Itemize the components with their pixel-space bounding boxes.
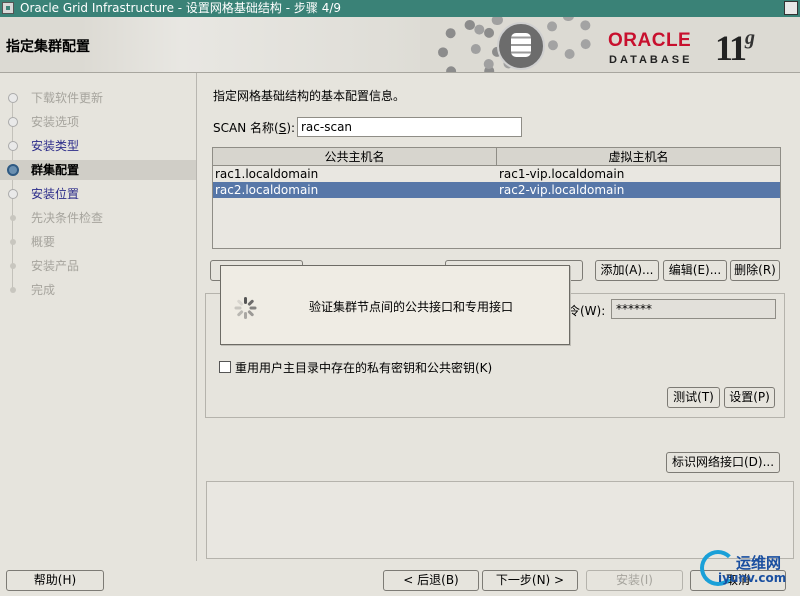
step-install-type[interactable]: 安装类型 xyxy=(0,136,196,156)
table-row[interactable]: rac2.localdomain rac2-vip.localdomain xyxy=(213,182,780,198)
column-header-virtual-host[interactable]: 虚拟主机名 xyxy=(497,148,780,166)
step-install-product: 安装产品 xyxy=(0,256,196,276)
cell-virtual-host: rac2-vip.localdomain xyxy=(499,183,625,197)
step-pending-icon xyxy=(10,263,16,269)
reuse-keys-label[interactable]: 重用用户主目录中存在的私有密钥和公共密钥(K) xyxy=(235,359,492,376)
step-done-icon xyxy=(8,93,18,103)
step-current-icon xyxy=(7,164,19,176)
window-titlebar[interactable]: Oracle Grid Infrastructure - 设置网格基础结构 - … xyxy=(0,0,800,17)
identify-network-interfaces-button[interactable]: 标识网络接口(D)... xyxy=(666,452,780,473)
os-password-label: 令(W): xyxy=(568,304,606,318)
site-watermark: 运维网 iyunv.com xyxy=(694,546,798,596)
loading-spinner-icon xyxy=(233,296,257,320)
node-table[interactable]: 公共主机名 虚拟主机名 rac1.localdomain rac1-vip.lo… xyxy=(212,147,781,249)
edit-button[interactable]: 编辑(E)... xyxy=(663,260,727,281)
install-button[interactable]: 安装(I) xyxy=(586,570,683,591)
step-summary: 概要 xyxy=(0,232,196,252)
database-logo-text: DATABASE xyxy=(609,54,693,66)
column-header-public-host[interactable]: 公共主机名 xyxy=(213,148,497,166)
test-button[interactable]: 测试(T) xyxy=(667,387,720,408)
step-done-icon xyxy=(8,189,18,199)
step-install-options: 安装选项 xyxy=(0,112,196,132)
progress-message: 验证集群节点间的公共接口和专用接口 xyxy=(309,300,514,314)
header-banner: 指定集群配置 ORACLE DATABASE 11g xyxy=(0,17,800,73)
add-button[interactable]: 添加(A)... xyxy=(595,260,659,281)
next-button[interactable]: 下一步(N) > xyxy=(482,570,578,591)
setup-button[interactable]: 设置(P) xyxy=(724,387,775,408)
scan-name-label: SCAN 名称(S): xyxy=(213,121,296,135)
progress-dialog: 验证集群节点间的公共接口和专用接口 xyxy=(220,265,570,345)
step-install-location[interactable]: 安装位置 xyxy=(0,184,196,204)
maximize-icon[interactable] xyxy=(784,1,798,15)
gear-icon xyxy=(545,17,593,59)
oracle-logo: ORACLE xyxy=(608,30,692,51)
help-button[interactable]: 帮助(H) xyxy=(6,570,104,591)
step-done-icon xyxy=(8,117,18,127)
step-cluster-config: 群集配置 xyxy=(0,160,196,180)
step-pending-icon xyxy=(10,287,16,293)
scan-name-input[interactable]: rac-scan xyxy=(297,117,522,137)
page-description: 指定网格基础结构的基本配置信息。 xyxy=(213,89,406,103)
step-download-updates: 下载软件更新 xyxy=(0,88,196,108)
step-done-icon xyxy=(8,141,18,151)
version-logo: 11g xyxy=(715,27,755,68)
window-title: Oracle Grid Infrastructure - 设置网格基础结构 - … xyxy=(20,1,342,15)
step-prereq-checks: 先决条件检查 xyxy=(0,208,196,228)
window-menu-icon[interactable] xyxy=(2,2,14,14)
step-pending-icon xyxy=(10,215,16,221)
cell-public-host: rac1.localdomain xyxy=(215,167,319,181)
cell-public-host: rac2.localdomain xyxy=(215,183,319,197)
database-icon xyxy=(497,22,545,70)
page-title: 指定集群配置 xyxy=(6,39,90,55)
cell-virtual-host: rac1-vip.localdomain xyxy=(499,167,625,181)
reuse-keys-checkbox[interactable] xyxy=(219,361,231,373)
os-password-input[interactable]: ****** xyxy=(611,299,776,319)
step-pending-icon xyxy=(10,239,16,245)
table-row[interactable]: rac1.localdomain rac1-vip.localdomain xyxy=(213,166,780,182)
remove-button[interactable]: 删除(R) xyxy=(730,260,780,281)
step-sidebar: 下载软件更新 安装选项 安装类型 群集配置 安装位置 先决条件检查 概要 安装产… xyxy=(0,73,197,561)
step-finish: 完成 xyxy=(0,280,196,300)
back-button[interactable]: < 后退(B) xyxy=(383,570,479,591)
